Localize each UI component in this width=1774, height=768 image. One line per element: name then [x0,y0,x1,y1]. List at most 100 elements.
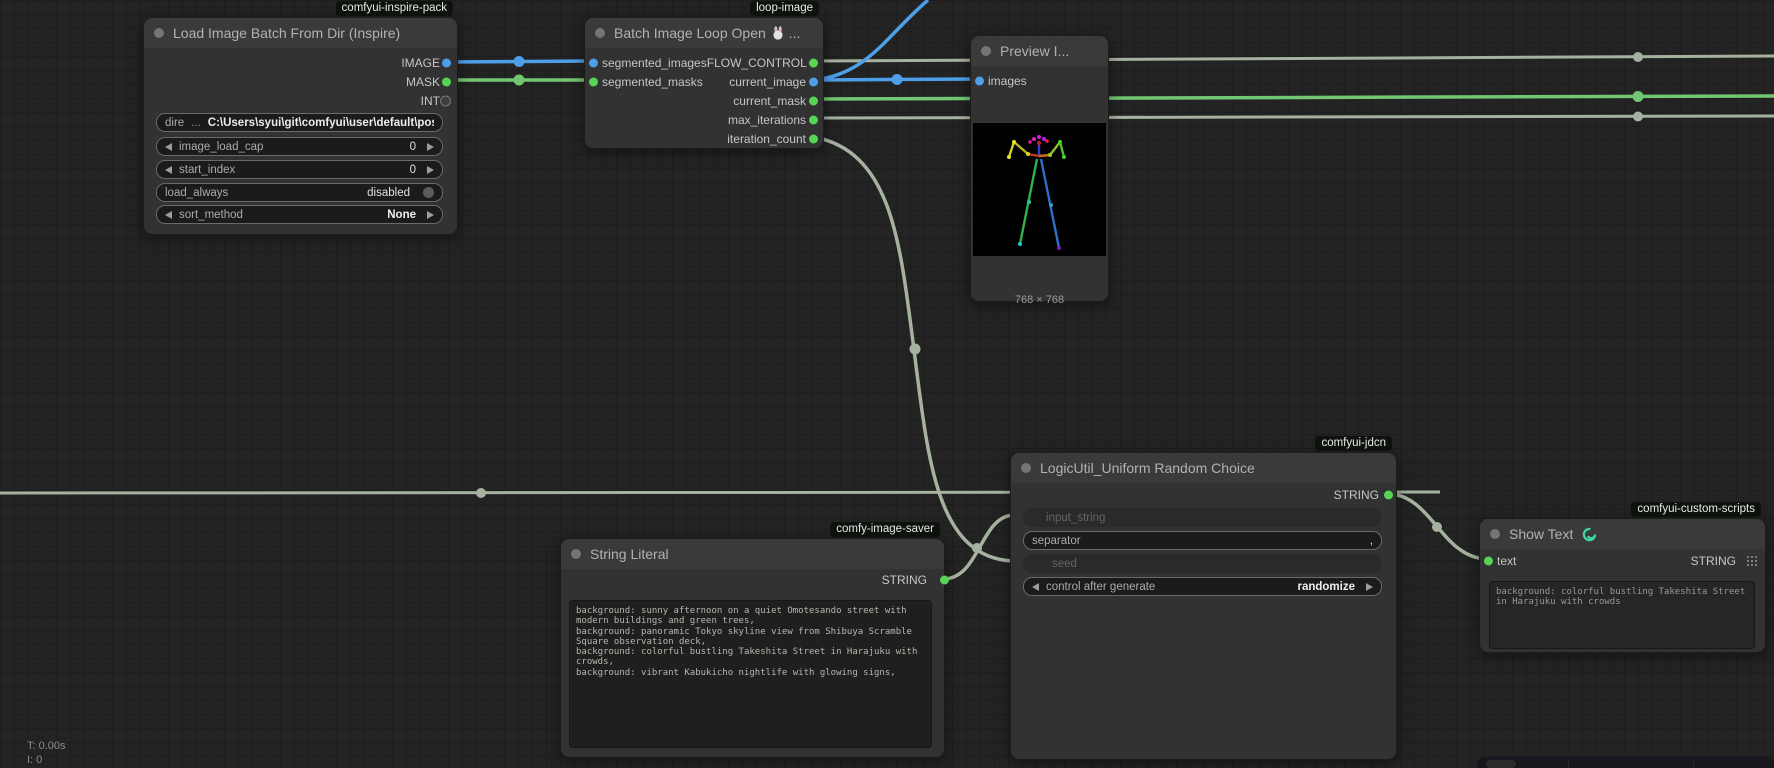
node-badge: comfy-image-saver [830,522,940,537]
output-socket-current-mask[interactable] [809,96,818,105]
stat-time: T: 0.00s [27,739,66,753]
collapse-dot-icon[interactable] [1490,529,1500,539]
wire-flow-control [814,56,1774,61]
input-label: segmented_masks [585,75,703,89]
output-socket-int[interactable] [440,95,451,106]
input-socket-segmented-masks[interactable] [589,77,598,86]
wire-max-iterations [814,116,1774,118]
widget-directory[interactable]: dire ... C:\Users\syui\git\comfyui\user\… [156,113,443,132]
increment-arrow-icon[interactable] [427,166,434,174]
stat-iteration: I: 0 [27,753,66,767]
toggle-knob-icon[interactable] [423,187,434,198]
output-grid-icon[interactable] [1747,556,1757,566]
node-title: Batch Image Loop Open [614,25,766,41]
widget-value: C:\Users\syui\git\comfyui\user\default\p… [208,117,434,129]
node-badge: loop-image [750,1,819,16]
widget-label: dire [165,117,184,129]
widget-separator[interactable]: separator , [1023,531,1382,550]
output-socket-image[interactable] [442,58,451,67]
widget-value: None [387,209,416,221]
node-load-image-batch[interactable]: comfyui-inspire-pack Load Image Batch Fr… [143,17,458,235]
output-socket-current-image[interactable] [809,77,818,86]
widget-load-always[interactable]: load_always disabled [156,183,443,202]
node-title: Preview I... [1000,43,1069,59]
input-socket-segmented-images[interactable] [589,58,598,67]
collapse-dot-icon[interactable] [1021,463,1031,473]
node-title: LogicUtil_Uniform Random Choice [1040,460,1255,476]
output-label: STRING [882,573,944,587]
node-partial-bottom[interactable] [1477,757,1774,768]
widget-value: disabled [367,187,410,199]
widget-value: , [1370,535,1373,547]
slot-row: STRING [561,570,944,589]
widget-value: 0 [410,141,416,153]
node-title-bar[interactable]: Batch Image Loop Open ... [585,18,823,48]
rabbit-icon [771,26,785,40]
node-title-bar[interactable]: String Literal [561,539,944,569]
preview-resolution: 768 × 768 [971,294,1108,306]
show-text-value[interactable]: background: colorful bustling Takeshita … [1489,581,1755,649]
link-dot [1633,112,1643,122]
increment-arrow-icon[interactable] [427,143,434,151]
ellipsis: ... [191,117,201,129]
node-string-literal[interactable]: comfy-image-saver String Literal STRING … [560,538,945,758]
collapse-dot-icon[interactable] [571,549,581,559]
prev-option-arrow-icon[interactable] [165,211,172,219]
partial-node-widget [1486,760,1516,768]
collapse-dot-icon[interactable] [595,28,605,38]
output-socket-max-iterations[interactable] [809,115,818,124]
widget-input-string[interactable]: input_string [1023,508,1382,527]
widget-control-after-generate[interactable]: control after generate randomize [1023,577,1382,596]
link-dot [892,74,903,85]
output-socket-string[interactable] [940,575,949,584]
node-preview-image[interactable]: Preview I... images [970,35,1109,302]
output-label: STRING [1691,554,1742,568]
node-show-text[interactable]: comfyui-custom-scripts Show Text text ST… [1479,518,1766,653]
graph-canvas[interactable]: comfyui-inspire-pack Load Image Batch Fr… [0,0,1774,768]
output-socket-mask[interactable] [442,77,451,86]
node-title-bar[interactable]: Preview I... [971,36,1108,66]
link-dot [1432,522,1442,532]
slot-row: segmented_masks current_image [585,72,823,91]
link-dot [1633,52,1643,62]
slot-row: segmented_images FLOW_CONTROL [585,53,823,72]
widget-value: randomize [1297,581,1355,593]
node-title: Load Image Batch From Dir (Inspire) [173,25,400,41]
output-label: INT [421,94,457,108]
node-title-bar[interactable]: Show Text [1480,519,1765,549]
input-socket-text[interactable] [1484,556,1493,565]
output-socket-string[interactable] [1384,490,1393,499]
node-badge: comfyui-jdcn [1315,436,1392,451]
node-title-bar[interactable]: Load Image Batch From Dir (Inspire) [144,18,457,48]
widget-label: seed [1052,558,1077,570]
widget-label: load_always [165,187,228,199]
widget-sort-method[interactable]: sort_method None [156,205,443,224]
slot-row: MASK [144,72,457,91]
openpose-skeleton [973,123,1106,256]
decrement-arrow-icon[interactable] [165,166,172,174]
next-option-arrow-icon[interactable] [427,211,434,219]
decrement-arrow-icon[interactable] [165,143,172,151]
widget-label: sort_method [179,209,243,221]
preview-image-pose [973,123,1106,256]
link-dot [972,543,982,553]
widget-image-load-cap[interactable]: image_load_cap 0 [156,137,443,156]
input-socket-images[interactable] [975,76,984,85]
slot-row: STRING [1011,485,1396,504]
widget-seed[interactable]: seed [1023,554,1382,573]
widget-start-index[interactable]: start_index 0 [156,160,443,179]
link-dot [514,56,525,67]
collapse-dot-icon[interactable] [981,46,991,56]
node-badge: comfyui-custom-scripts [1631,502,1761,517]
node-title-bar[interactable]: LogicUtil_Uniform Random Choice [1011,453,1396,483]
node-logicutil-random-choice[interactable]: comfyui-jdcn LogicUtil_Uniform Random Ch… [1010,452,1397,760]
output-socket-iteration-count[interactable] [809,134,818,143]
output-socket-flow-control[interactable] [809,58,818,67]
string-literal-textarea[interactable]: background: sunny afternoon on a quiet O… [569,600,932,748]
collapse-dot-icon[interactable] [154,28,164,38]
node-batch-image-loop[interactable]: loop-image Batch Image Loop Open ... seg… [584,17,824,149]
output-label: FLOW_CONTROL [707,56,824,70]
wire-current-image-up [814,0,928,80]
prev-option-arrow-icon[interactable] [1032,583,1039,591]
next-option-arrow-icon[interactable] [1366,583,1373,591]
